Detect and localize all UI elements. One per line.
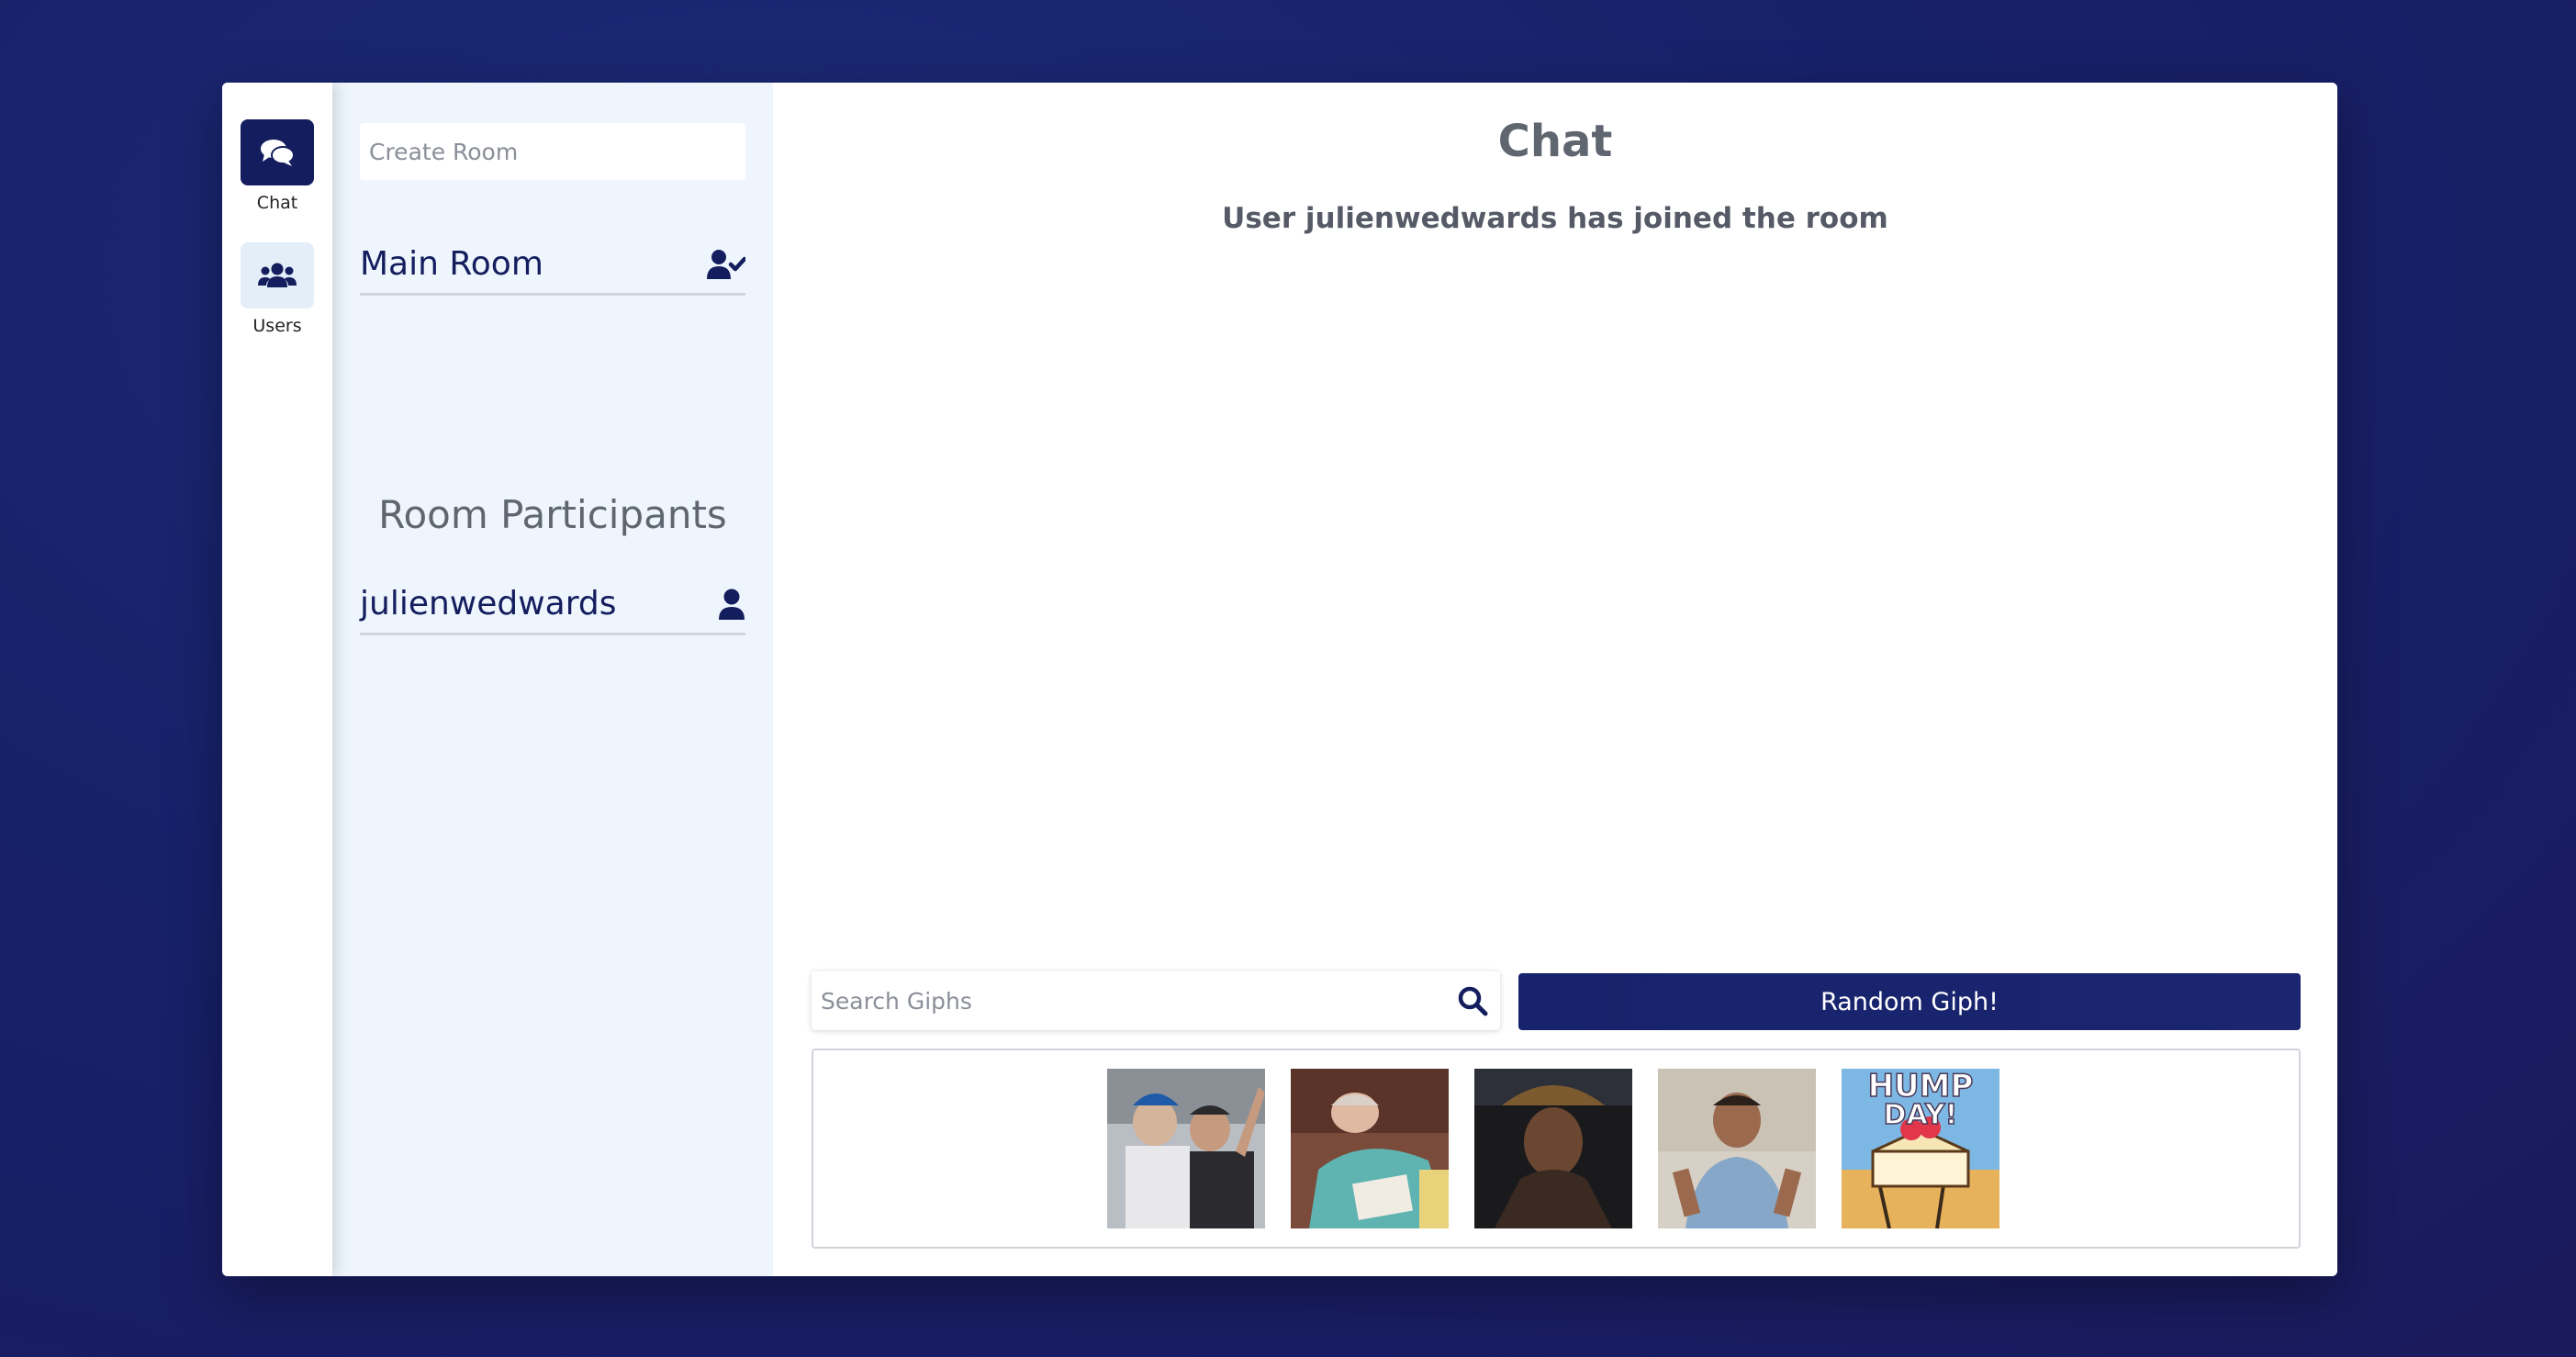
gif-result-1[interactable]	[1107, 1069, 1265, 1228]
gif-result-3[interactable]	[1474, 1069, 1632, 1228]
chat-rail-button[interactable]	[241, 119, 314, 185]
comments-icon	[261, 140, 295, 166]
chat-message: User julienwedwards has joined the room	[1222, 202, 1888, 235]
participant-item: julienwedwards	[360, 575, 745, 635]
chat-title: Chat	[1497, 116, 1613, 167]
chat-area: Chat User julienwedwards has joined the …	[773, 83, 2337, 1276]
giph-search-box	[812, 971, 1500, 1030]
app-window: Chat Users Main Room	[222, 83, 2337, 1276]
room-name: Main Room	[360, 245, 543, 283]
users-rail-button[interactable]	[241, 242, 314, 308]
user-check-icon	[707, 249, 745, 279]
room-item-main[interactable]: Main Room	[360, 235, 745, 296]
users-icon	[258, 263, 297, 287]
create-room-input[interactable]	[360, 123, 745, 180]
svg-text:DAY!: DAY!	[1884, 1099, 1958, 1131]
rail-label-chat: Chat	[256, 193, 298, 213]
gif-result-2[interactable]	[1291, 1069, 1449, 1228]
giph-search-input[interactable]	[812, 971, 1445, 1030]
gif-result-5[interactable]: HUMP DAY!	[1842, 1069, 1999, 1228]
rail-label-users: Users	[252, 316, 302, 336]
participant-name: julienwedwards	[360, 585, 617, 622]
random-giph-button[interactable]: Random Giph!	[1518, 973, 2301, 1030]
rail-item-chat[interactable]: Chat	[241, 119, 314, 213]
gif-results-tray: HUMP DAY!	[812, 1049, 2301, 1249]
participants-title: Room Participants	[378, 492, 727, 537]
search-icon[interactable]	[1445, 985, 1500, 1016]
rail-item-users[interactable]: Users	[241, 242, 314, 336]
user-icon	[719, 589, 745, 620]
gif-result-4[interactable]	[1658, 1069, 1816, 1228]
icon-rail: Chat Users	[222, 83, 332, 1276]
rooms-panel: Main Room Room Participants julienwedwar…	[332, 83, 773, 1276]
